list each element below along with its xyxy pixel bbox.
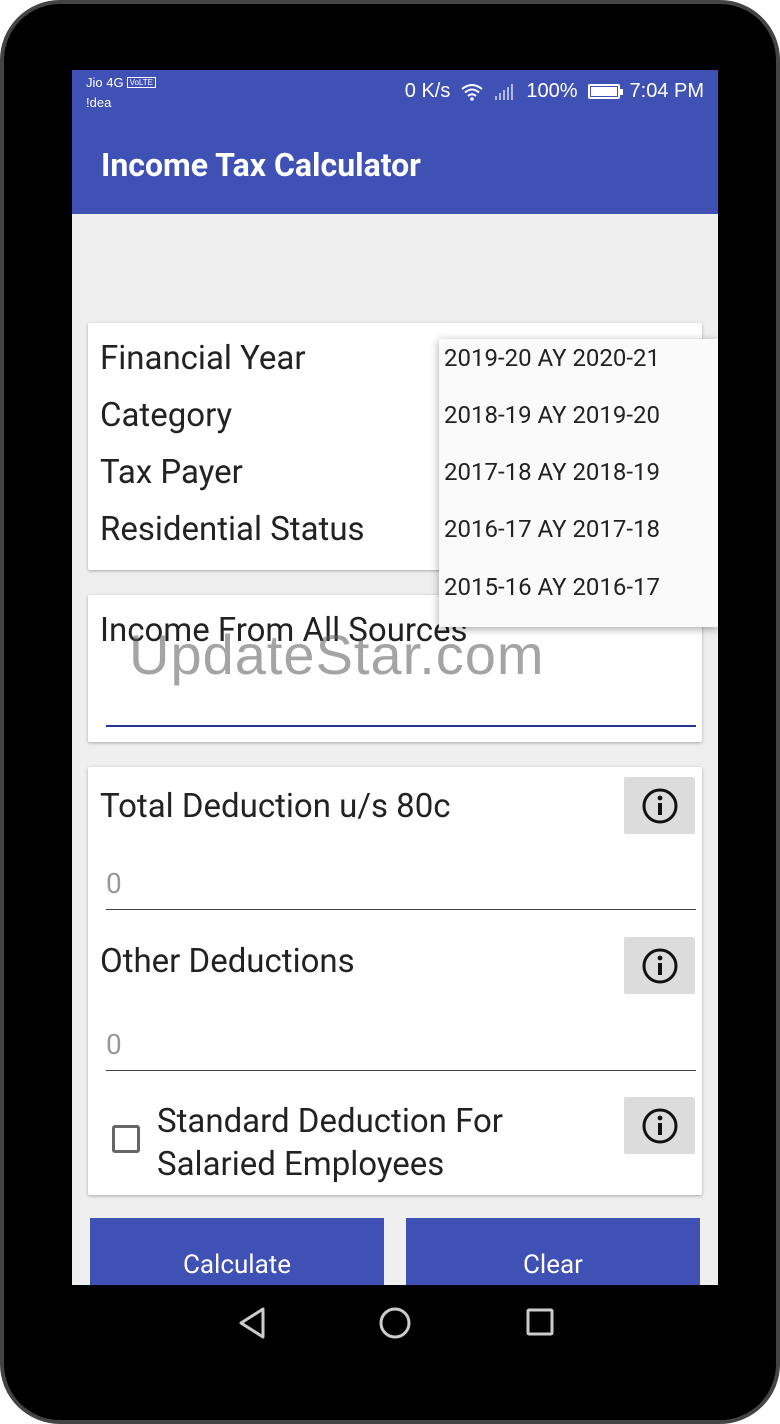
home-icon[interactable]: [378, 1306, 412, 1340]
volte-badge: VoLTE: [126, 77, 156, 88]
battery-percent: 100%: [526, 80, 578, 102]
status-indicators: 0 K/s 100% 7:04 PM: [405, 80, 704, 103]
calculate-button[interactable]: Calculate: [90, 1218, 384, 1285]
navigation-bar: [72, 1285, 718, 1365]
tax-payer-label[interactable]: Tax Payer: [100, 453, 243, 492]
carrier-primary-label: Jio 4G: [86, 75, 124, 90]
clear-button[interactable]: Clear: [406, 1218, 700, 1285]
signal-icon: [495, 83, 514, 100]
carrier-primary: Jio 4G VoLTE: [86, 75, 156, 90]
deductions-card: Total Deduction u/s 80c 0 Other Deductio…: [88, 767, 702, 1195]
info-80c-button[interactable]: [624, 777, 695, 834]
dropdown-option[interactable]: 2015-16 AY 2016-17: [444, 573, 660, 601]
residential-status-label[interactable]: Residential Status: [100, 510, 365, 549]
recents-icon[interactable]: [525, 1306, 555, 1340]
app-title: Income Tax Calculator: [101, 146, 421, 184]
category-label[interactable]: Category: [100, 396, 232, 435]
financial-year-label[interactable]: Financial Year: [100, 339, 306, 378]
other-deductions-input[interactable]: 0: [106, 1028, 122, 1061]
standard-deduction-label-line1: Standard Deduction For: [157, 1102, 503, 1141]
deduction-80c-underline: [106, 909, 696, 910]
standard-deduction-checkbox[interactable]: [112, 1125, 140, 1153]
other-deductions-label: Other Deductions: [100, 942, 355, 981]
network-speed: 0 K/s: [404, 80, 451, 102]
device-frame: Jio 4G VoLTE !dea 0 K/s 100% 7:04 PM Inc…: [0, 0, 780, 1424]
wifi-icon: [461, 83, 483, 101]
dropdown-option[interactable]: 2016-17 AY 2017-18: [444, 515, 660, 543]
info-other-deductions-button[interactable]: [624, 937, 695, 994]
other-deductions-underline: [106, 1070, 696, 1071]
financial-year-dropdown: 2019-20 AY 2020-21 2018-19 AY 2019-20 20…: [439, 339, 718, 627]
battery-fill: [590, 87, 617, 96]
dropdown-option[interactable]: 2018-19 AY 2019-20: [444, 401, 660, 429]
deduction-80c-label: Total Deduction u/s 80c: [100, 787, 451, 826]
dropdown-option[interactable]: 2019-20 AY 2020-21: [444, 344, 660, 372]
info-icon: [642, 1108, 677, 1143]
carrier-secondary: !dea: [86, 95, 112, 110]
info-icon: [642, 948, 677, 983]
info-icon: [642, 788, 677, 823]
deduction-80c-input[interactable]: 0: [106, 867, 122, 900]
status-bar: Jio 4G VoLTE !dea 0 K/s 100% 7:04 PM: [72, 70, 718, 114]
dropdown-option[interactable]: 2017-18 AY 2018-19: [444, 458, 660, 486]
income-input[interactable]: [106, 725, 696, 727]
standard-deduction-label-line2: Salaried Employees: [157, 1145, 445, 1184]
watermark: UpdateStar.com: [129, 623, 545, 686]
back-icon[interactable]: [237, 1306, 267, 1340]
battery-icon: [587, 84, 623, 99]
clock: 7:04 PM: [629, 80, 704, 102]
app-bar: Income Tax Calculator: [72, 114, 718, 214]
info-standard-deduction-button[interactable]: [624, 1097, 695, 1154]
